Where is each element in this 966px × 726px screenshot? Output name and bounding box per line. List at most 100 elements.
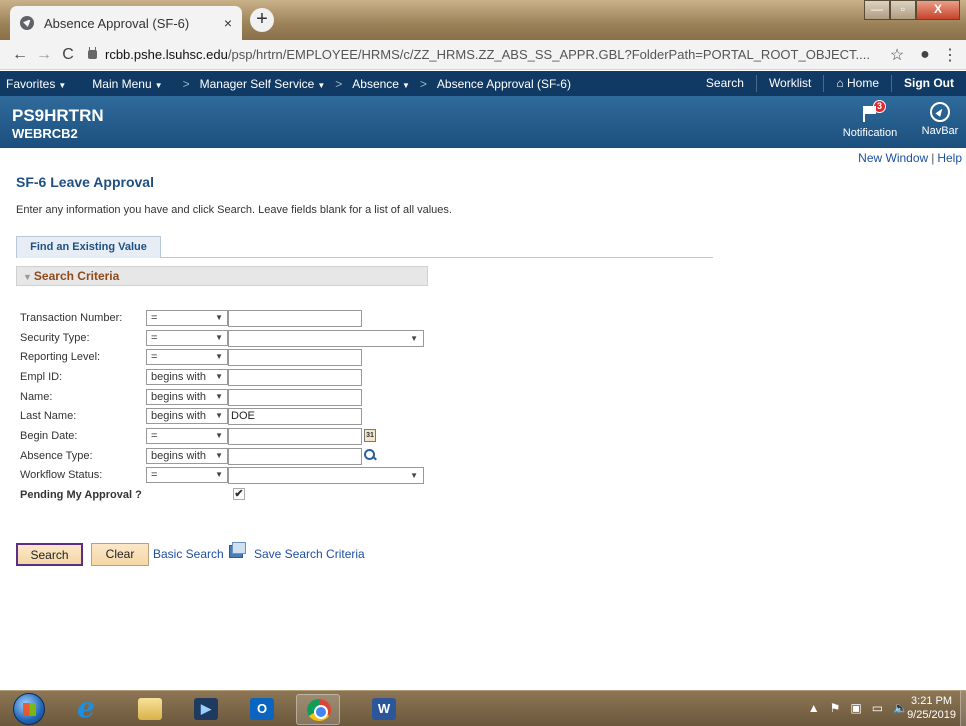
sign-out-link[interactable]: Sign Out xyxy=(891,75,966,92)
lookup-magnifier-icon[interactable] xyxy=(363,448,377,462)
last-name-label: Last Name: xyxy=(20,410,77,422)
criteria-row-name: Name: begins with xyxy=(20,389,440,406)
media-player-icon: ▶ xyxy=(194,698,218,720)
account-icon[interactable]: ● xyxy=(914,46,936,64)
power-icon[interactable]: ▣ xyxy=(850,701,861,715)
close-window-button[interactable]: X xyxy=(916,0,960,20)
breadcrumb-absence-approval[interactable]: Absence Approval (SF-6) xyxy=(431,77,577,91)
notification-flag-icon: 3 xyxy=(860,100,886,124)
taskbar-file-explorer[interactable] xyxy=(128,694,172,725)
address-bar: ← → C rcbb.pshe.lsuhsc.edu/psp/hrtrn/EMP… xyxy=(0,40,966,70)
peoplesoft-navbar: Favorites ▼ Main Menu ▼ > Manager Self Ser… xyxy=(0,71,966,96)
volume-muted-icon[interactable]: 🔈 xyxy=(893,701,908,715)
reload-button[interactable]: C xyxy=(56,46,80,64)
forward-button[interactable]: → xyxy=(32,46,56,64)
navbar-button[interactable]: NavBar xyxy=(914,100,966,137)
new-window-link[interactable]: New Window xyxy=(858,151,928,165)
show-hidden-icons-icon[interactable]: ▲ xyxy=(808,701,820,715)
worklist-link[interactable]: Worklist xyxy=(755,75,823,92)
breadcrumb-absence[interactable]: Absence ▼ xyxy=(346,77,416,91)
tab-find-existing-value[interactable]: Find an Existing Value xyxy=(16,236,161,258)
absence-type-operator[interactable]: begins with xyxy=(146,448,228,464)
favorites-label: Favorites xyxy=(6,76,56,91)
workflow-status-select[interactable] xyxy=(228,467,424,484)
workflow-status-operator[interactable]: = xyxy=(146,467,228,483)
empl-id-operator[interactable]: begins with xyxy=(146,369,228,385)
reporting-level-input[interactable] xyxy=(228,349,362,366)
criteria-row-empl-id: Empl ID: begins with xyxy=(20,369,440,386)
browser-tab[interactable]: Absence Approval (SF-6) × xyxy=(10,6,242,40)
window-controls: — ▫ X xyxy=(864,0,960,20)
bookmark-star-icon[interactable]: ☆ xyxy=(886,45,908,65)
search-button[interactable]: Search xyxy=(16,543,83,566)
window-titlebar: Absence Approval (SF-6) × + — ▫ X xyxy=(0,0,966,40)
database-name: PS9HRTRN xyxy=(12,106,104,125)
home-label: Home xyxy=(846,76,879,90)
header-search-link[interactable]: Search xyxy=(694,75,756,92)
help-link[interactable]: Help xyxy=(937,151,962,165)
notification-count-badge: 3 xyxy=(873,100,886,113)
collapse-triangle-icon: ▼ xyxy=(23,272,32,282)
word-icon: W xyxy=(372,698,396,720)
security-type-select[interactable] xyxy=(228,330,424,347)
security-type-operator[interactable]: = xyxy=(146,330,228,346)
reporting-level-label: Reporting Level: xyxy=(20,351,101,363)
taskbar-internet-explorer[interactable]: e xyxy=(64,694,108,725)
empl-id-input[interactable] xyxy=(228,369,362,386)
name-input[interactable] xyxy=(228,389,362,406)
new-tab-button[interactable]: + xyxy=(250,8,274,32)
criteria-row-workflow-status: Workflow Status: = xyxy=(20,467,440,484)
begin-date-label: Begin Date: xyxy=(20,430,78,442)
url-path: /psp/hrtrn/EMPLOYEE/HRMS/c/ZZ_HRMS.ZZ_AB… xyxy=(227,47,871,62)
network-icon[interactable]: ▭ xyxy=(872,701,883,715)
security-type-label: Security Type: xyxy=(20,332,90,344)
back-button[interactable]: ← xyxy=(8,46,32,64)
reporting-level-operator[interactable]: = xyxy=(146,349,228,365)
home-link[interactable]: ⌂ Home xyxy=(823,75,891,92)
taskbar-word[interactable]: W xyxy=(362,694,406,725)
notification-button[interactable]: 3 Notification xyxy=(838,100,902,139)
system-tray: ▲ ⚑ ▣ ▭ 🔈 xyxy=(808,701,908,715)
page-title: SF-6 Leave Approval xyxy=(16,174,154,190)
taskbar-chrome[interactable] xyxy=(296,694,340,725)
favorites-menu[interactable]: Favorites ▼ xyxy=(0,77,72,91)
chevron-down-icon: ▼ xyxy=(317,80,326,90)
chevron-down-icon: ▼ xyxy=(58,80,67,90)
clock-time: 3:21 PM xyxy=(911,695,953,707)
action-center-flag-icon[interactable]: ⚑ xyxy=(830,701,841,715)
transaction-number-operator[interactable]: = xyxy=(146,310,228,326)
last-name-input[interactable]: DOE xyxy=(228,408,362,425)
start-button[interactable] xyxy=(13,693,45,725)
system-clock[interactable]: 3:21 PM 9/25/2019 xyxy=(907,694,956,722)
begin-date-input[interactable] xyxy=(228,428,362,445)
last-name-operator[interactable]: begins with xyxy=(146,408,228,424)
calendar-icon[interactable]: 31 xyxy=(364,429,376,442)
save-search-icon[interactable] xyxy=(229,542,246,558)
search-criteria-header[interactable]: ▼ Search Criteria xyxy=(16,266,428,286)
page-top-links: New Window | Help xyxy=(858,151,962,165)
transaction-number-label: Transaction Number: xyxy=(20,312,123,324)
show-desktop-button[interactable] xyxy=(960,691,966,726)
name-operator[interactable]: begins with xyxy=(146,389,228,405)
criteria-row-reporting-level: Reporting Level: = xyxy=(20,349,440,366)
peoplesoft-banner: PS9HRTRN WEBRCB2 3 Notification NavBar xyxy=(0,96,966,148)
clear-button[interactable]: Clear xyxy=(91,543,149,566)
url-field[interactable]: rcbb.pshe.lsuhsc.edu/psp/hrtrn/EMPLOYEE/… xyxy=(88,47,880,62)
workflow-status-label: Workflow Status: xyxy=(20,469,103,481)
notification-label: Notification xyxy=(842,127,898,139)
maximize-button[interactable]: ▫ xyxy=(890,0,916,20)
main-menu[interactable]: Main Menu ▼ xyxy=(86,77,168,91)
minimize-button[interactable]: — xyxy=(864,0,890,20)
begin-date-operator[interactable]: = xyxy=(146,428,228,444)
basic-search-link[interactable]: Basic Search xyxy=(153,547,224,561)
browser-menu-icon[interactable]: ⋮ xyxy=(942,45,958,65)
taskbar-media-player[interactable]: ▶ xyxy=(184,694,228,725)
breadcrumb-manager-self-service[interactable]: Manager Self Service ▼ xyxy=(194,77,332,91)
taskbar-outlook[interactable]: O xyxy=(240,694,284,725)
transaction-number-input[interactable] xyxy=(228,310,362,327)
close-tab-icon[interactable]: × xyxy=(224,15,232,31)
clock-date: 9/25/2019 xyxy=(907,709,956,721)
save-search-criteria-link[interactable]: Save Search Criteria xyxy=(254,547,365,561)
pending-approval-checkbox[interactable]: ✔ xyxy=(233,488,245,500)
absence-type-input[interactable] xyxy=(228,448,362,465)
